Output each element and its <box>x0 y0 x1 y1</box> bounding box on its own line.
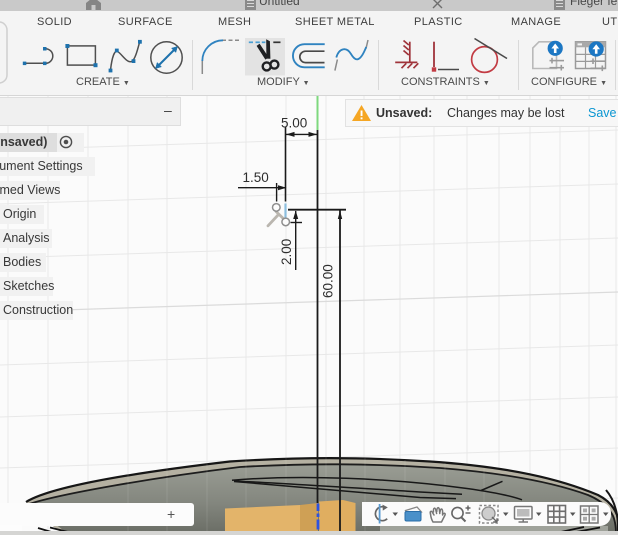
svg-text:2.00: 2.00 <box>279 239 294 265</box>
svg-text:60.00: 60.00 <box>321 264 336 298</box>
svg-text:1.50: 1.50 <box>243 170 269 185</box>
svg-text:5.00: 5.00 <box>281 116 307 131</box>
